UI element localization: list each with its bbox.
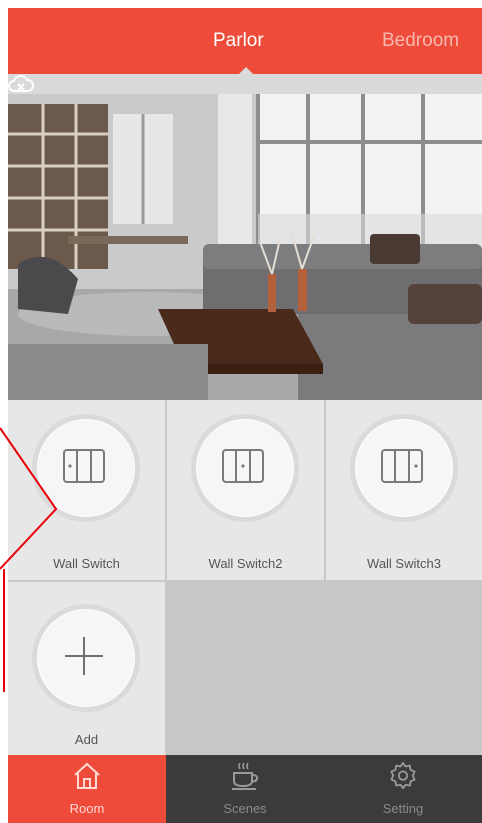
nav-scenes[interactable]: Scenes: [166, 755, 324, 823]
wall-switch-icon: [381, 449, 423, 483]
wall-switch-icon: [222, 449, 264, 483]
nav-label: Room: [69, 801, 105, 816]
tab-parlor[interactable]: Parlor: [213, 30, 264, 52]
tab-bedroom[interactable]: Bedroom: [382, 30, 459, 52]
home-icon: [74, 762, 100, 789]
nav-label: Setting: [382, 801, 424, 816]
add-device-button[interactable]: [32, 604, 140, 712]
nav-label: Scenes: [223, 801, 267, 816]
app-window: Parlor Bedroom Wall Switch Wall Switch2 …: [8, 8, 482, 823]
coffee-cup-icon: [232, 762, 259, 790]
room-photo[interactable]: [8, 74, 482, 400]
gear-icon: [390, 762, 416, 790]
device-button[interactable]: [32, 414, 140, 522]
device-label: Wall Switch: [53, 556, 120, 571]
room-photo-illustration: [8, 74, 482, 400]
device-wall-switch2[interactable]: Wall Switch2: [167, 400, 324, 580]
device-button[interactable]: [191, 414, 299, 522]
device-label: Wall Switch2: [208, 556, 283, 571]
device-wall-switch[interactable]: Wall Switch: [8, 400, 165, 580]
device-button[interactable]: [350, 414, 458, 522]
device-grid: Wall Switch Wall Switch2 Wall Switch3 Ad…: [8, 400, 482, 755]
bottom-nav: Room Scenes Setting: [8, 755, 482, 823]
nav-room[interactable]: Room: [8, 755, 166, 823]
device-label: Wall Switch3: [367, 556, 441, 571]
nav-setting[interactable]: Setting: [324, 755, 482, 823]
device-add[interactable]: Add: [8, 582, 165, 755]
device-wall-switch3[interactable]: Wall Switch3: [326, 400, 482, 580]
wall-switch-icon: [63, 449, 105, 483]
cloud-offline-icon[interactable]: [8, 74, 34, 96]
plus-icon: [65, 637, 103, 675]
device-label: Add: [74, 732, 99, 747]
room-tab-bar: Parlor Bedroom: [8, 8, 482, 75]
